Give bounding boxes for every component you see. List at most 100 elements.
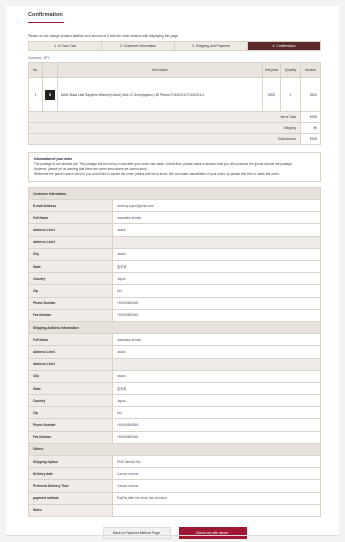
items-total-label: Items Total <box>28 111 301 124</box>
checkout-steps: 1. In Your Cart 2. Customer Information … <box>28 41 321 52</box>
table-row: State 岩手県 <box>28 260 321 274</box>
col-quantity: Quantity <box>280 62 301 79</box>
table-row: Fax Number +81906584560 <box>28 308 321 322</box>
table-row: State 岩手県 <box>28 381 321 396</box>
item-unit-price: ¥200 <box>262 77 281 113</box>
table-row: Full Name masataka shirato <box>28 333 321 347</box>
fullname-label: Full Name <box>28 211 113 225</box>
col-thumb <box>42 62 58 79</box>
confirmation-page: Confirmation Please do not change produc… <box>6 6 339 539</box>
shipping-row: Shipping ¥0 <box>28 122 321 135</box>
ship-country-value: Japan <box>112 394 321 408</box>
shipping-value: ¥0 <box>300 122 321 135</box>
customer-section-row: Customer Information <box>28 186 321 201</box>
delivery-time-value: Cannot choose <box>112 479 321 493</box>
order-info-heading: Information of your order <box>34 157 73 162</box>
ship-fax-label: Fax Number <box>28 430 113 444</box>
shipping-option-value: EMS Airmail SAL <box>112 455 321 469</box>
back-to-payment-button[interactable]: Back to Payment Method Page <box>102 526 171 539</box>
items-total-row: Items Total ¥259 <box>28 111 321 124</box>
table-row: Address Line1 osaka <box>28 223 321 237</box>
item-quantity: 1 <box>280 77 301 113</box>
shipping-section-row: Shipping Address Information <box>28 320 321 335</box>
action-buttons: Back to Payment Method Page Check out wi… <box>28 526 321 539</box>
ship-zip-label: Zip <box>28 406 113 420</box>
checkout-button[interactable]: Check out with above. <box>178 526 247 539</box>
ship-address2-label: Address Line2 <box>28 357 113 371</box>
table-row: Address Line2 <box>28 357 321 371</box>
state-label: State <box>28 260 113 274</box>
address1-label: Address Line1 <box>28 223 113 237</box>
notes-value <box>112 503 321 517</box>
title-underline <box>28 21 64 23</box>
email-value: mummy.popo@gmail.com <box>112 199 321 213</box>
step-shipping-payment: 3. Shipping and Payment <box>175 42 248 51</box>
step-customer-info: 2. Customer Information <box>102 42 175 51</box>
delivery-time-label: Preferred Delivery Time <box>28 479 113 493</box>
ship-city-value: osaka <box>112 369 321 383</box>
table-row: Phone Number +81906584560 <box>28 418 321 432</box>
ship-address2-value <box>112 357 321 371</box>
order-information-box: Information of your order The postage is… <box>28 152 321 182</box>
zip-label: Zip <box>28 284 113 298</box>
ship-fax-value: +81906584560 <box>112 430 321 444</box>
col-unit-price: Unit price <box>262 62 281 79</box>
ship-state-value: 岩手県 <box>112 381 321 396</box>
fullname-value: masataka shirato <box>112 211 321 225</box>
table-row: Country Japan <box>28 394 321 408</box>
shipping-label: Shipping <box>28 122 301 135</box>
page-title: Confirmation <box>28 12 63 18</box>
ship-country-label: Country <box>28 394 113 408</box>
table-row: Full Name masataka shirato <box>28 211 321 225</box>
country-label: Country <box>28 272 113 286</box>
items-total-value: ¥259 <box>300 111 321 124</box>
zip-value: 610 <box>112 284 321 298</box>
table-row: Phone Number +81906584560 <box>28 296 321 310</box>
currency-label: Currency : JPY <box>28 56 50 61</box>
table-row: Notes <box>28 503 321 517</box>
address1-value: osaka <box>112 223 321 237</box>
details-table: Customer Information E-mail Address mummy… <box>28 186 321 517</box>
item-name: MAN Glass Leaf Sapphire Women(Cotton) Si… <box>57 77 263 113</box>
items-table: No. Item Name Unit price Quantity Amount… <box>28 62 321 146</box>
table-row: Address Line2 <box>28 235 321 249</box>
ship-zip-value: 610 <box>112 406 321 420</box>
others-section-row: Others <box>28 442 321 457</box>
ship-address1-value: osaka <box>112 345 321 359</box>
phone-value: +81906584560 <box>112 296 321 310</box>
item-amount: ¥200 <box>300 77 321 113</box>
notes-label: Notes <box>28 503 113 517</box>
ship-state-label: State <box>28 381 113 396</box>
city-label: City <box>28 247 113 262</box>
city-value: osaka <box>112 247 321 262</box>
table-row: Country Japan <box>28 272 321 286</box>
col-amount: Amount <box>300 62 321 79</box>
col-item-name: Item Name <box>57 62 263 79</box>
item-no: 1 <box>28 77 43 113</box>
payment-method-label: payment method <box>28 491 113 505</box>
ship-fullname-value: masataka shirato <box>112 333 321 347</box>
table-row: Zip 610 <box>28 406 321 420</box>
total-amount-row: Total Amount ¥259 <box>28 133 321 146</box>
state-value: 岩手県 <box>112 260 321 274</box>
country-value: Japan <box>112 272 321 286</box>
ship-fullname-label: Full Name <box>28 333 113 347</box>
table-row: City osaka <box>28 247 321 262</box>
col-no: No. <box>28 62 43 79</box>
table-row: Fax Number +81906584560 <box>28 430 321 444</box>
address2-label: Address Line2 <box>28 235 113 249</box>
fax-value: +81906584560 <box>112 308 321 322</box>
items-header-row: No. Item Name Unit price Quantity Amount <box>28 62 321 79</box>
total-amount-value: ¥259 <box>300 133 321 146</box>
order-info-line: Whenever the parcel cannot send or you w… <box>34 171 280 176</box>
delivery-date-label: Delivery date <box>28 467 113 481</box>
ship-city-label: City <box>28 369 113 383</box>
table-row: E-mail Address mummy.popo@gmail.com <box>28 199 321 213</box>
table-row: Shipping Option EMS Airmail SAL <box>28 455 321 469</box>
shipping-section-title: Shipping Address Information <box>28 320 321 335</box>
step-cart: 1. In Your Cart <box>29 42 102 51</box>
page-notice: Please do not change product addition an… <box>28 33 179 38</box>
table-row: Zip 610 <box>28 284 321 298</box>
ship-address1-label: Address Line1 <box>28 345 113 359</box>
table-row: payment method PayPal after the stock has… <box>28 491 321 505</box>
